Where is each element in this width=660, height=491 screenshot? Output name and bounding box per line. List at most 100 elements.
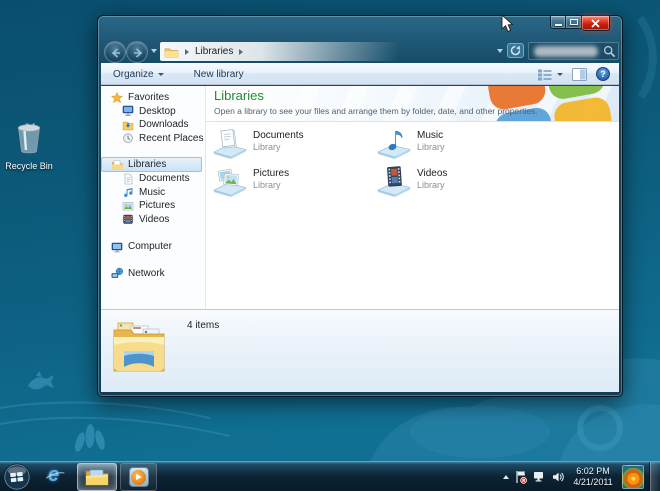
show-desktop-button[interactable]	[649, 462, 660, 491]
library-kind: Library	[253, 142, 281, 152]
search-box[interactable]	[528, 42, 619, 60]
fish-icon	[28, 371, 54, 390]
internet-explorer-button[interactable]	[42, 465, 70, 489]
media-player-button[interactable]	[120, 463, 157, 491]
sidebar-item-libraries[interactable]: Libraries	[101, 157, 202, 172]
views-button[interactable]	[537, 68, 563, 81]
music-icon	[122, 186, 135, 198]
windows-start-icon	[3, 463, 31, 491]
favorites-star-icon	[111, 91, 124, 104]
action-center-flag-icon[interactable]	[515, 470, 527, 484]
close-button[interactable]	[582, 16, 610, 31]
sidebar-item-pictures[interactable]: Pictures	[101, 199, 205, 213]
show-hidden-icons-button[interactable]	[503, 475, 509, 479]
minimize-button[interactable]	[550, 16, 566, 29]
new-library-label: New library	[193, 68, 244, 80]
sidebar-item-label: Favorites	[128, 92, 170, 104]
desktop-icon	[122, 105, 135, 117]
chevron-right-icon	[185, 48, 189, 55]
sidebar-item-videos[interactable]: Videos	[101, 213, 205, 227]
mouse-cursor	[501, 14, 514, 33]
library-item-music[interactable]: Music Library	[375, 126, 539, 164]
forward-button[interactable]	[126, 41, 148, 63]
sidebar-item-favorites[interactable]: Favorites	[101, 91, 205, 105]
start-button[interactable]	[3, 463, 31, 491]
help-button[interactable]	[596, 67, 610, 81]
maximize-button[interactable]	[566, 16, 582, 29]
preview-pane-icon[interactable]	[572, 67, 587, 81]
library-item-videos[interactable]: Videos Library	[375, 164, 539, 202]
chevron-right-icon[interactable]	[239, 48, 244, 55]
window-content: Favorites Desktop Downloads Recent Place…	[101, 86, 619, 309]
system-tray: 6:02 PM 4/21/2011	[503, 462, 644, 491]
sidebar-item-label: Documents	[139, 173, 190, 185]
command-bar: Organize New library	[101, 63, 619, 85]
breadcrumb-location[interactable]: Libraries	[195, 46, 233, 57]
search-redacted-text	[534, 46, 598, 57]
sidebar-item-downloads[interactable]: Downloads	[101, 118, 205, 132]
recycle-bin-icon	[14, 123, 44, 159]
media-player-icon	[128, 467, 149, 487]
computer-icon	[111, 241, 124, 253]
sidebar-item-computer[interactable]: Computer	[101, 240, 205, 254]
recycle-bin[interactable]: Recycle Bin	[2, 121, 56, 171]
sidebar-item-label: Pictures	[139, 200, 176, 212]
caption-buttons	[550, 16, 610, 31]
sidebar-item-recent-places[interactable]: Recent Places	[101, 132, 205, 146]
volume-icon[interactable]	[552, 471, 564, 483]
sidebar-item-label: Libraries	[128, 159, 167, 170]
minimize-icon	[554, 23, 562, 26]
library-item-pictures[interactable]: Pictures Library	[211, 164, 375, 202]
refresh-button[interactable]	[507, 43, 524, 63]
organize-button[interactable]: Organize	[107, 66, 170, 83]
taskbar: 6:02 PM 4/21/2011	[0, 461, 660, 491]
plant-icon	[75, 424, 105, 452]
breadcrumb[interactable]: Libraries	[160, 42, 412, 61]
refresh-icon	[507, 43, 524, 58]
item-count: 4 items	[187, 320, 220, 331]
close-icon	[591, 18, 600, 28]
sidebar-item-label: Videos	[139, 213, 170, 225]
libraries-icon	[111, 159, 124, 171]
documents-icon	[122, 173, 135, 185]
clock-date: 4/21/2011	[573, 477, 613, 487]
folder-icon	[164, 47, 179, 57]
sidebar-item-label: Downloads	[139, 119, 189, 131]
pictures-library-icon	[213, 168, 247, 197]
music-library-icon	[377, 130, 411, 159]
pictures-icon	[122, 200, 135, 212]
sidebar-item-documents[interactable]: Documents	[101, 172, 205, 186]
library-kind: Library	[253, 180, 281, 190]
search-icon[interactable]	[603, 45, 616, 58]
library-kind: Library	[417, 142, 445, 152]
library-name: Pictures	[253, 168, 290, 179]
back-button[interactable]	[104, 41, 126, 63]
sidebar-item-desktop[interactable]: Desktop	[101, 105, 205, 119]
flower-tray-thumbnail[interactable]	[622, 465, 644, 489]
sidebar-item-label: Desktop	[139, 105, 176, 117]
chevron-down-icon	[557, 72, 563, 76]
sidebar-item-network[interactable]: Network	[101, 267, 205, 281]
downloads-icon	[122, 119, 135, 131]
sidebar-item-music[interactable]: Music	[101, 186, 205, 200]
library-items: Documents Library Music Library Pictures…	[206, 122, 542, 202]
address-dropdown[interactable]	[497, 49, 503, 53]
network-icon	[111, 267, 124, 279]
recent-places-icon	[122, 132, 135, 144]
history-dropdown[interactable]	[151, 49, 157, 53]
taskbar-clock[interactable]: 6:02 PM 4/21/2011	[570, 466, 616, 489]
new-library-button[interactable]: New library	[188, 66, 250, 83]
library-item-documents[interactable]: Documents Library	[211, 126, 375, 164]
documents-library-icon	[213, 129, 247, 159]
explorer-window: Libraries Organize New library ? Favorit…	[97, 15, 623, 397]
library-name: Music	[417, 130, 444, 141]
file-list-pane: Libraries Open a library to see your fil…	[206, 86, 619, 309]
network-tray-icon[interactable]	[533, 471, 546, 483]
organize-label: Organize	[113, 68, 154, 80]
windows-explorer-button[interactable]	[77, 463, 117, 491]
sidebar-item-label: Recent Places	[139, 132, 204, 144]
library-name: Videos	[417, 168, 448, 179]
sidebar-item-label: Computer	[128, 241, 172, 253]
videos-library-icon	[377, 166, 411, 197]
library-name: Documents	[253, 130, 304, 141]
